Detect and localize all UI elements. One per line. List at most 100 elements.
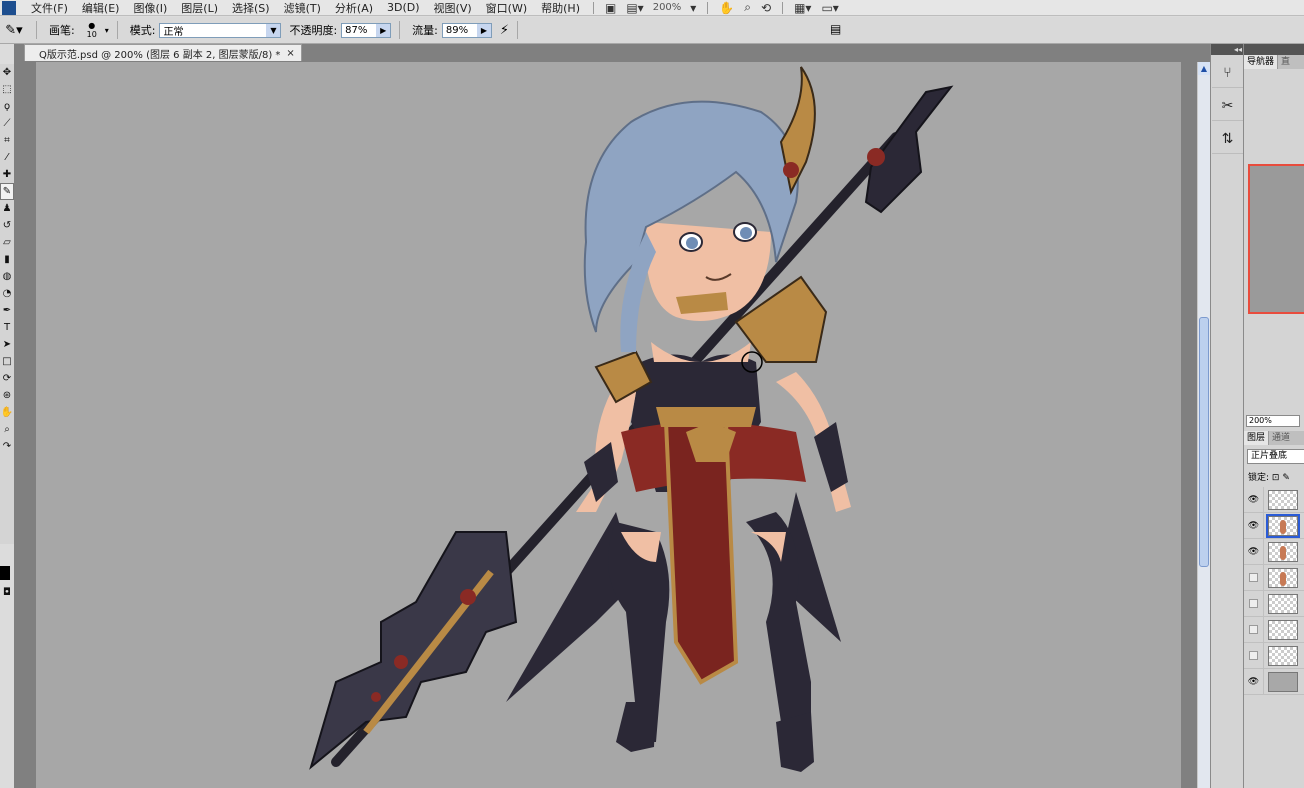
eraser-tool-icon[interactable]: ▱ xyxy=(0,234,14,251)
menu-window[interactable]: 窗口(W) xyxy=(486,0,527,15)
menu-layer[interactable]: 图层(L) xyxy=(181,0,218,15)
layer-thumbnail xyxy=(1268,645,1298,666)
mode-label: 模式: xyxy=(129,24,156,37)
quick-mask-icon[interactable]: ◘ xyxy=(0,584,14,601)
navigator-zoom-field[interactable]: 200% xyxy=(1246,415,1300,427)
visibility-toggle[interactable] xyxy=(1244,564,1264,591)
clone-stamp-tool-icon[interactable]: ♟ xyxy=(0,200,14,217)
zoom-tool-icon[interactable]: ⌕ xyxy=(744,0,751,15)
menu-analysis[interactable]: 分析(A) xyxy=(335,0,373,15)
lasso-tool-icon[interactable]: ϙ xyxy=(0,98,14,115)
opacity-input[interactable]: 87% ▶ xyxy=(341,22,392,38)
hidden-eye-box xyxy=(1249,651,1258,660)
visibility-toggle[interactable]: 👁 xyxy=(1244,668,1264,695)
quick-select-tool-icon[interactable]: ⟋ xyxy=(0,115,14,132)
eyedropper-tool-icon[interactable]: ⁄ xyxy=(0,149,14,166)
hand-tool-icon[interactable]: ✋ xyxy=(0,404,14,421)
flow-slider-arrow-icon[interactable]: ▶ xyxy=(476,23,491,37)
history-brush-tool-icon[interactable]: ↺ xyxy=(0,217,14,234)
brush-picker[interactable]: ● 10 xyxy=(79,19,105,41)
move-tool-icon[interactable]: ✥ xyxy=(0,64,14,81)
brush-presets-panel-icon[interactable]: ⑂ xyxy=(1212,58,1243,88)
layer-row[interactable]: 👁 xyxy=(1244,512,1304,539)
flow-input[interactable]: 89% ▶ xyxy=(441,22,492,38)
menu-help[interactable]: 帮助(H) xyxy=(541,0,580,15)
visibility-toggle[interactable] xyxy=(1244,590,1264,617)
shape-tool-icon[interactable]: □ xyxy=(0,353,14,370)
tab-layers[interactable]: 图层 xyxy=(1244,431,1269,445)
brush-tool-icon[interactable]: ✎ xyxy=(0,183,14,200)
canvas[interactable] xyxy=(36,62,1181,788)
navigator-preview[interactable] xyxy=(1248,164,1304,314)
options-separator xyxy=(116,21,118,39)
collapse-dock-icon[interactable]: ◂◂ xyxy=(1211,44,1244,55)
gradient-tool-icon[interactable]: ▮ xyxy=(0,251,14,268)
brush-picker-arrow-icon[interactable]: ▾ xyxy=(105,26,109,35)
tab-histogram[interactable]: 直 xyxy=(1277,55,1293,69)
menu-view[interactable]: 视图(V) xyxy=(434,0,472,15)
menu-edit[interactable]: 编辑(E) xyxy=(82,0,120,15)
layer-row[interactable]: 👁 xyxy=(1244,538,1304,565)
document-area: Q版示范.psd @ 200% (图层 6 副本 2, 图层蒙版/8) * × xyxy=(14,44,1210,788)
layer-row[interactable] xyxy=(1244,616,1304,643)
blur-tool-icon[interactable]: ◍ xyxy=(0,268,14,285)
healing-tool-icon[interactable]: ✚ xyxy=(0,166,14,183)
pen-tool-icon[interactable]: ✒ xyxy=(0,302,14,319)
blend-mode-select[interactable]: 正片叠底 xyxy=(1247,449,1304,464)
menu-3d[interactable]: 3D(D) xyxy=(387,1,420,14)
zoom-tool-icon[interactable]: ⌕ xyxy=(0,421,14,438)
menu-select[interactable]: 选择(S) xyxy=(232,0,270,15)
document-tab-title: Q版示范.psd @ 200% (图层 6 副本 2, 图层蒙版/8) * xyxy=(39,49,281,61)
layer-row[interactable]: 👁 xyxy=(1244,668,1304,695)
menu-image[interactable]: 图像(I) xyxy=(133,0,167,15)
path-select-tool-icon[interactable]: ➤ xyxy=(0,336,14,353)
boot-left xyxy=(616,702,656,752)
lock-transparency-icon[interactable]: ⊡ xyxy=(1272,473,1280,483)
layer-row[interactable]: 👁 xyxy=(1244,486,1304,513)
panels-column: 导航器 直 200% 图层 通道 正片叠底 锁定: ⊡ ✎ 👁 👁 👁 👁 xyxy=(1243,44,1304,788)
rotate-view-icon[interactable]: ⟲ xyxy=(761,1,771,15)
type-tool-icon[interactable]: T xyxy=(0,319,14,336)
visibility-toggle[interactable]: 👁 xyxy=(1244,512,1264,539)
close-icon[interactable]: × xyxy=(286,48,294,59)
document-tab[interactable]: Q版示范.psd @ 200% (图层 6 副本 2, 图层蒙版/8) * × xyxy=(24,44,302,61)
layer-row[interactable] xyxy=(1244,590,1304,617)
tab-channels[interactable]: 通道 xyxy=(1268,431,1293,445)
screen-mode-icon[interactable]: ▭▾ xyxy=(821,1,838,15)
dodge-tool-icon[interactable]: ◔ xyxy=(0,285,14,302)
marquee-tool-icon[interactable]: ⬚ xyxy=(0,81,14,98)
crop-tool-icon[interactable]: ⌗ xyxy=(0,132,14,149)
bridge-icon[interactable]: ▣ xyxy=(605,1,616,15)
zoom-level-select[interactable]: 200% xyxy=(653,2,682,13)
mode-select[interactable]: 正常 ▼ xyxy=(159,22,282,38)
arrange-documents-icon[interactable]: ▦▾ xyxy=(794,1,811,15)
airbrush-icon[interactable]: ⚡ xyxy=(500,23,509,38)
visibility-toggle[interactable] xyxy=(1244,616,1264,643)
swap-colors-icon[interactable]: ↷ xyxy=(0,438,14,455)
foreground-color-swatch[interactable] xyxy=(0,566,10,580)
scrollbar-thumb[interactable] xyxy=(1199,317,1209,567)
zoom-dropdown-icon[interactable]: ▾ xyxy=(690,1,696,15)
vertical-scrollbar[interactable]: ▲ xyxy=(1197,62,1210,788)
layer-thumbnail xyxy=(1268,541,1298,562)
opacity-slider-arrow-icon[interactable]: ▶ xyxy=(376,23,391,37)
3d-rotate-tool-icon[interactable]: ⟳ xyxy=(0,370,14,387)
tab-navigator[interactable]: 导航器 xyxy=(1244,55,1278,69)
tool-presets-panel-icon[interactable]: ✂ xyxy=(1212,91,1243,121)
3d-orbit-tool-icon[interactable]: ⊛ xyxy=(0,387,14,404)
layer-row[interactable] xyxy=(1244,642,1304,669)
clone-source-panel-icon[interactable]: ⇅ xyxy=(1212,124,1243,154)
visibility-toggle[interactable] xyxy=(1244,642,1264,669)
layer-row[interactable] xyxy=(1244,564,1304,591)
brush-tool-preset-icon[interactable]: ✎▾ xyxy=(0,20,28,40)
menu-file[interactable]: 文件(F) xyxy=(31,0,68,15)
scroll-up-icon[interactable]: ▲ xyxy=(1198,62,1210,75)
menu-filter[interactable]: 滤镜(T) xyxy=(284,0,321,15)
visibility-toggle[interactable]: 👁 xyxy=(1244,486,1264,513)
view-extras-icon[interactable]: ▤▾ xyxy=(626,1,643,15)
mode-value: 正常 xyxy=(163,26,184,38)
lock-brush-icon[interactable]: ✎ xyxy=(1282,473,1290,483)
visibility-toggle[interactable]: 👁 xyxy=(1244,538,1264,565)
brush-panel-toggle-icon[interactable]: ▤ xyxy=(830,22,841,36)
hand-tool-icon[interactable]: ✋ xyxy=(719,1,734,15)
